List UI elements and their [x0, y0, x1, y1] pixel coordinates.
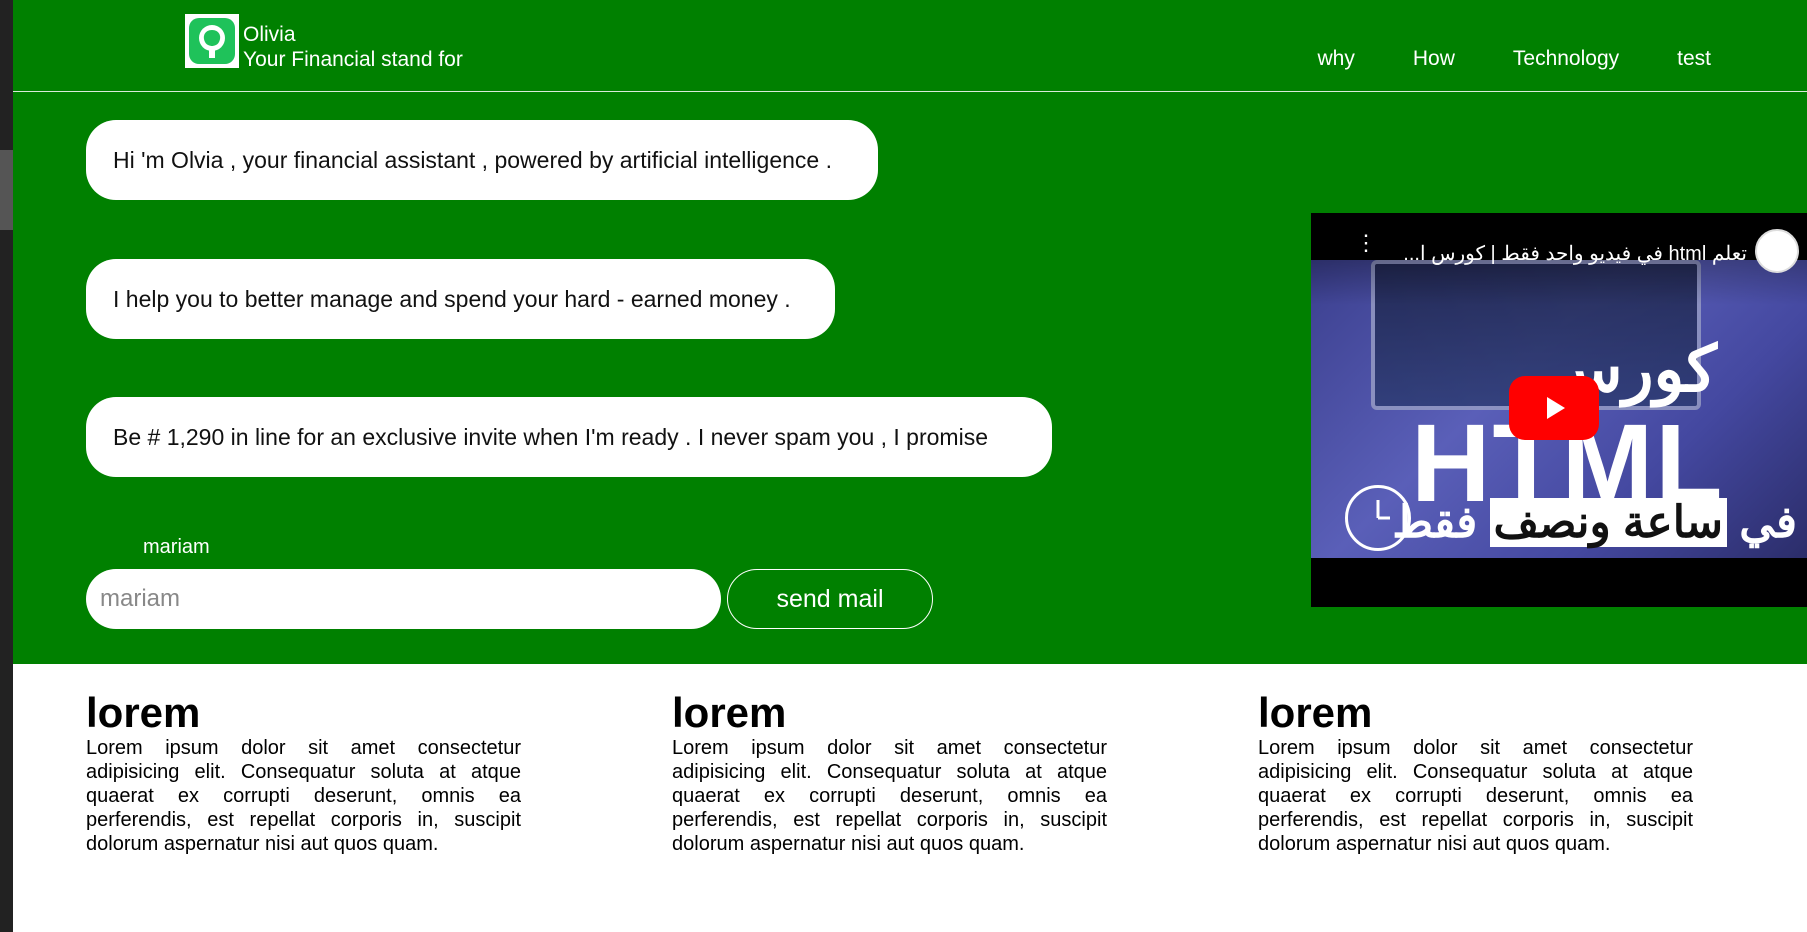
- play-icon: [1547, 397, 1565, 419]
- logo[interactable]: [185, 14, 239, 68]
- chat-bubble-3: Be # 1,290 in line for an exclusive invi…: [86, 397, 1052, 477]
- chat-bubble-2: I help you to better manage and spend yo…: [86, 259, 835, 339]
- chat-bubble-1: Hi 'm Olvia , your financial assistant ,…: [86, 120, 878, 200]
- main-nav: why How Technology test: [1260, 47, 1711, 71]
- feature-text-3: Lorem ipsum dolor sit amet consectetur a…: [1258, 737, 1693, 855]
- thumb-line: في ساعة ونصف فقط: [1392, 497, 1797, 548]
- site-header: Olivia Your Financial stand for why How …: [13, 0, 1807, 92]
- youtube-embed[interactable]: كورس HTML في ساعة ونصف فقط ⋮ تعلم html ف…: [1311, 213, 1807, 607]
- page: Olivia Your Financial stand for why How …: [13, 0, 1807, 932]
- play-button[interactable]: [1509, 376, 1599, 440]
- channel-avatar[interactable]: [1755, 229, 1799, 273]
- window-left-edge: [0, 0, 13, 932]
- feature-text-2: Lorem ipsum dolor sit amet consectetur a…: [672, 737, 1107, 855]
- nav-link-technology[interactable]: Technology: [1513, 47, 1619, 71]
- feature-title-2: lorem: [672, 689, 787, 736]
- email-input[interactable]: [86, 569, 721, 629]
- brand-name: Olivia: [243, 23, 296, 46]
- hero-section: Olivia Your Financial stand for why How …: [13, 0, 1807, 664]
- video-title[interactable]: تعلم html في فيديو واحد فقط | كورس ا...: [1403, 241, 1747, 266]
- brand: Olivia Your Financial stand for: [243, 22, 463, 72]
- send-mail-button[interactable]: send mail: [727, 569, 933, 629]
- scrollbar-thumb[interactable]: [0, 150, 13, 230]
- feature-column-1: lorem Lorem ipsum dolor sit amet consect…: [86, 690, 521, 856]
- thumb-line-b: ساعة ونصف: [1489, 498, 1728, 547]
- email-label: mariam: [143, 536, 210, 558]
- feature-column-2: lorem Lorem ipsum dolor sit amet consect…: [672, 690, 1107, 856]
- nav-link-why[interactable]: why: [1318, 47, 1355, 71]
- feature-title-3: lorem: [1258, 689, 1373, 736]
- thumb-line-a: في: [1739, 498, 1797, 547]
- thumb-line-c: فقط: [1392, 498, 1478, 547]
- more-options-icon[interactable]: ⋮: [1355, 232, 1377, 254]
- brand-tagline: Your Financial stand for: [243, 48, 463, 71]
- feature-column-3: lorem Lorem ipsum dolor sit amet consect…: [1258, 690, 1693, 856]
- leaf-logo-icon: [189, 18, 235, 64]
- feature-title-1: lorem: [86, 689, 201, 736]
- nav-link-test[interactable]: test: [1677, 47, 1711, 71]
- nav-link-how[interactable]: How: [1413, 47, 1455, 71]
- feature-text-1: Lorem ipsum dolor sit amet consectetur a…: [86, 737, 521, 855]
